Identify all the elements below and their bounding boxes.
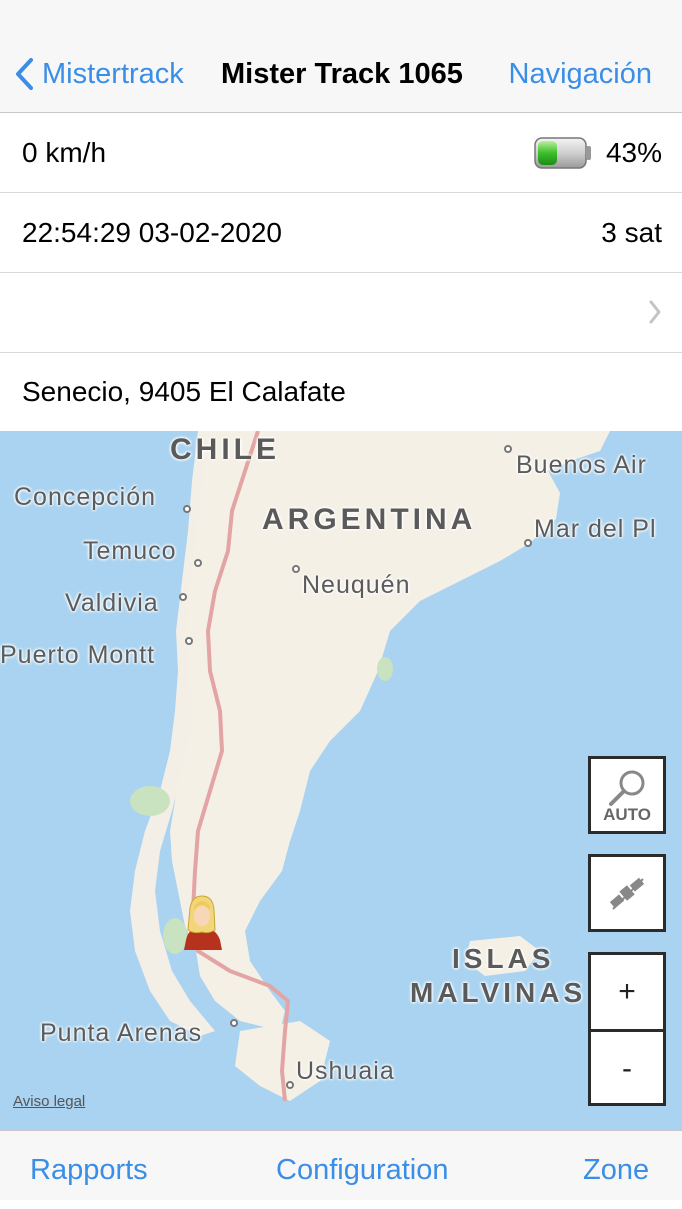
map-view[interactable]: CHILE ARGENTINA Buenos Air Mar del Pl Co… [0,431,682,1130]
zoom-in-button[interactable]: + [591,955,663,1032]
chevron-right-icon [649,300,661,324]
city-dot-valdivia [179,593,187,601]
user-location-marker-icon[interactable] [180,894,224,952]
tab-reports[interactable]: Rapports [30,1131,148,1209]
time-row: 22:54:29 03-02-2020 3 sat [0,193,682,273]
map-label-neuquen: Neuquén [302,571,411,599]
map-label-chile: CHILE [170,433,280,466]
map-label-ushuaia: Ushuaia [296,1057,395,1085]
tab-configuration[interactable]: Configuration [276,1131,449,1209]
map-label-concepcion: Concepción [14,483,157,511]
satellite-count: 3 sat [601,217,662,248]
city-dot-concepcion [183,505,191,513]
empty-disclosure-row[interactable] [0,273,682,353]
zoom-controls: + - [588,952,666,1106]
navigation-bar: Mistertrack Mister Track 1065 Navigación [0,0,682,113]
city-dot-buenos-aires [504,445,512,453]
battery-icon [534,135,592,171]
city-dot-temuco [194,559,202,567]
battery-percent: 43% [605,137,662,168]
back-button[interactable]: Mistertrack [14,52,184,96]
address-row: Senecio, 9405 El Calafate [0,353,682,431]
auto-label: AUTO [603,805,651,824]
auto-zoom-button[interactable]: AUTO [588,756,666,834]
map-label-islas: ISLAS [452,943,555,974]
back-label: Mistertrack [42,57,184,90]
chevron-left-icon [16,58,33,90]
city-dot-punta-arenas [230,1019,238,1027]
speed-row: 0 km/h 43% [0,113,682,193]
city-dot-neuquen [292,565,300,573]
map-label-temuco: Temuco [83,537,177,565]
map-label-argentina: ARGENTINA [262,503,477,536]
tab-zone[interactable]: Zone [583,1131,649,1209]
page-title: Mister Track 1065 [221,58,463,90]
city-dot-puerto-montt [185,637,193,645]
battery-fill [537,141,557,165]
map-label-punta-arenas: Punta Arenas [40,1019,203,1047]
city-dot-ushuaia [286,1081,294,1089]
speed-value: 0 km/h [22,137,107,168]
map-label-valdivia: Valdivia [65,589,159,617]
legal-notice-link[interactable]: Aviso legal [13,1093,85,1110]
zoom-out-button[interactable]: - [591,1032,663,1106]
map-label-malvinas: MALVINAS [410,977,587,1008]
satellite-toggle-button[interactable] [588,854,666,932]
map-label-buenos-aires: Buenos Air [516,451,647,479]
bottom-tab-bar: Rapports Configuration Zone [0,1130,682,1200]
address: Senecio, 9405 El Calafate [22,376,346,407]
navigation-button[interactable]: Navigación [509,52,652,96]
satellite-icon [609,877,645,910]
magnifier-icon [609,770,645,806]
map-label-puerto-montt: Puerto Montt [0,641,156,669]
city-dot-mar-del-plata [524,539,532,547]
timestamp: 22:54:29 03-02-2020 [22,217,282,248]
map-label-mar-del-plata: Mar del Pl [534,515,657,543]
